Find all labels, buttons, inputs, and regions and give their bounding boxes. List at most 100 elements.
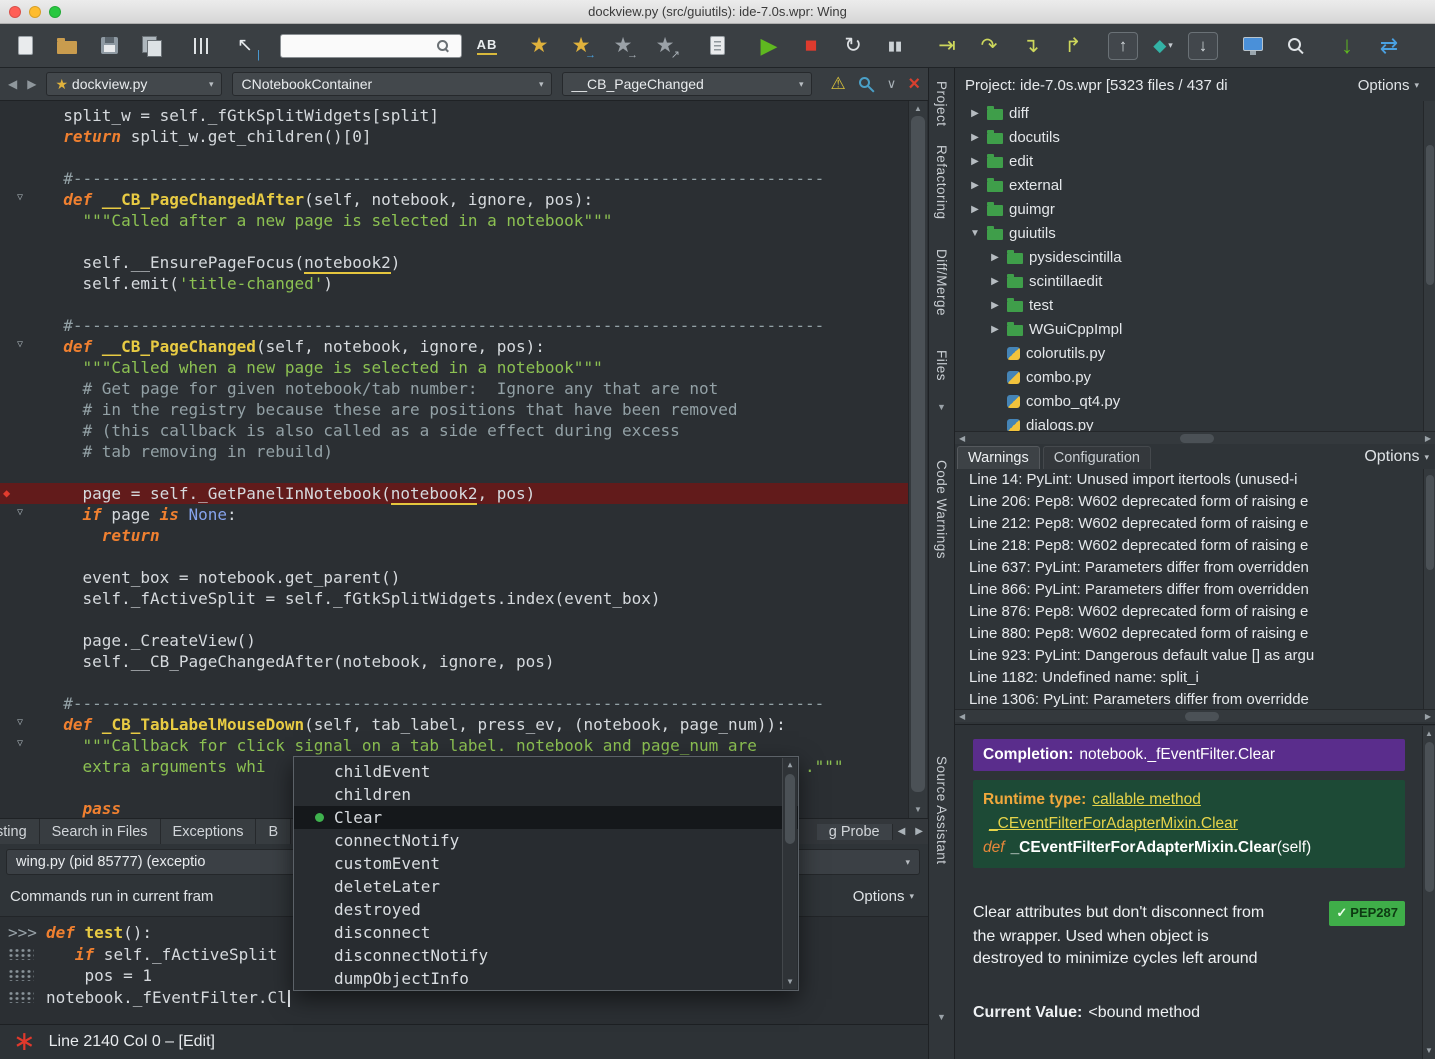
expand-arrow-icon[interactable]: ▶ <box>969 180 981 191</box>
tab-configuration[interactable]: Configuration <box>1043 446 1151 469</box>
scroll-up-icon[interactable]: ▲ <box>909 105 927 113</box>
code-line[interactable]: page._CreateView() <box>0 630 908 651</box>
code-line[interactable]: # in the registry because these are posi… <box>0 399 908 420</box>
warning-row[interactable]: Line 218: Pep8: W602 deprecated form of … <box>955 535 1423 557</box>
runtime-type-link[interactable]: callable method <box>1092 791 1201 808</box>
goto-definition-icon[interactable]: ↓ <box>1330 29 1364 63</box>
code-line[interactable]: """Called after a new page is selected i… <box>0 210 908 231</box>
completion-item[interactable]: connectNotify <box>294 829 798 852</box>
warning-row[interactable]: Line 923: PyLint: Dangerous default valu… <box>955 645 1423 667</box>
project-options-button[interactable]: Options ▾ <box>1358 77 1419 94</box>
run-icon[interactable]: ▶ <box>752 29 786 63</box>
strip-scroll-down-icon[interactable]: ▼ <box>929 1012 954 1022</box>
code-line[interactable] <box>0 231 908 252</box>
completion-item[interactable]: disconnectNotify <box>294 944 798 967</box>
code-line[interactable]: self.__CB_PageChangedAfter(notebook, ign… <box>0 651 908 672</box>
file-menu-dropdown[interactable]: ★ dockview.py ▾ <box>46 72 222 96</box>
scrollbar-thumb[interactable] <box>1426 475 1434 570</box>
completion-item[interactable]: childEvent <box>294 760 798 783</box>
probe-options-button[interactable]: Options ▾ <box>853 888 914 905</box>
scroll-right-icon[interactable]: ▶ <box>1425 435 1431 443</box>
warnings-horizontal-scrollbar[interactable]: ◀ ▶ <box>955 709 1435 722</box>
sync-files-icon[interactable]: ⇄ <box>1372 29 1406 63</box>
fold-toggle-icon[interactable]: ▽ <box>17 340 23 350</box>
scrollbar-thumb[interactable] <box>911 116 925 792</box>
warning-row[interactable]: Line 880: Pep8: W602 deprecated form of … <box>955 623 1423 645</box>
breakpoint-menu-icon[interactable]: ◆▾ <box>1146 29 1180 63</box>
code-line[interactable]: #---------------------------------------… <box>0 168 908 189</box>
scroll-down-icon[interactable]: ▼ <box>1423 1047 1435 1055</box>
down-stack-icon[interactable]: ↓ <box>1188 32 1218 60</box>
warning-row[interactable]: Line 212: Pep8: W602 deprecated form of … <box>955 513 1423 535</box>
step-out-icon[interactable]: ↱ <box>1056 29 1090 63</box>
code-line[interactable] <box>0 672 908 693</box>
scroll-right-icon[interactable]: ▶ <box>1425 713 1431 721</box>
code-line[interactable]: #---------------------------------------… <box>0 693 908 714</box>
warning-row[interactable]: Line 637: PyLint: Parameters differ from… <box>955 557 1423 579</box>
tool-tab-files[interactable]: Files <box>929 340 954 392</box>
project-horizontal-scrollbar[interactable]: ◀ ▶ <box>955 431 1435 444</box>
completion-item[interactable]: customEvent <box>294 852 798 875</box>
indentation-icon[interactable] <box>186 29 220 63</box>
new-file-icon[interactable] <box>8 29 42 63</box>
history-back-icon[interactable]: ◀ <box>8 77 17 91</box>
warning-row[interactable]: Line 876: Pep8: W602 deprecated form of … <box>955 601 1423 623</box>
bookmark-icon[interactable]: ★ <box>522 29 556 63</box>
scroll-down-icon[interactable]: ▼ <box>909 806 927 814</box>
tree-item-test[interactable]: ▶test <box>955 293 1423 317</box>
code-line[interactable] <box>0 147 908 168</box>
fold-toggle-icon[interactable]: ▽ <box>17 718 23 728</box>
expand-arrow-icon[interactable]: ▶ <box>969 204 981 215</box>
warnings-options-button[interactable]: Options ▾ <box>1364 448 1429 469</box>
step-over-icon[interactable]: ↷ <box>972 29 1006 63</box>
save-icon[interactable] <box>92 29 126 63</box>
completion-item[interactable]: children <box>294 783 798 806</box>
tree-item-guimgr[interactable]: ▶guimgr <box>955 197 1423 221</box>
code-line[interactable]: event_box = notebook.get_parent() <box>0 567 908 588</box>
tree-item-combo-qt4-py[interactable]: combo_qt4.py <box>955 389 1423 413</box>
warning-row[interactable]: Line 866: PyLint: Parameters differ from… <box>955 579 1423 601</box>
expand-arrow-icon[interactable]: ▶ <box>969 108 981 119</box>
expand-arrow-icon[interactable]: ▶ <box>969 156 981 167</box>
tree-item-guiutils[interactable]: ▼guiutils <box>955 221 1423 245</box>
tree-item-WGuiCppImpl[interactable]: ▶WGuiCppImpl <box>955 317 1423 341</box>
open-file-icon[interactable] <box>50 29 84 63</box>
method-menu-dropdown[interactable]: __CB_PageChanged ▾ <box>562 72 812 96</box>
code-line[interactable]: #---------------------------------------… <box>0 315 908 336</box>
code-line[interactable] <box>0 294 908 315</box>
bookmark-next-icon[interactable]: ★→ <box>564 29 598 63</box>
code-line[interactable]: ▽ def _CB_TabLabelMouseDown(self, tab_la… <box>0 714 908 735</box>
tab-bookmarks[interactable]: B <box>256 819 291 844</box>
warning-row[interactable]: Line 14: PyLint: Unused import itertools… <box>955 469 1423 491</box>
scrollbar-thumb[interactable] <box>1426 145 1434 285</box>
restart-icon[interactable]: ↻ <box>836 29 870 63</box>
scrollbar-thumb[interactable] <box>1425 742 1434 892</box>
popup-scrollbar[interactable]: ▲ ▼ <box>782 758 797 989</box>
tool-tab-diff-merge[interactable]: Diff/Merge <box>929 230 954 336</box>
current-debug-line[interactable]: ◆ page = self._GetPanelInNotebook(notebo… <box>0 483 908 504</box>
tab-testing[interactable]: sting <box>0 819 40 844</box>
assistant-vertical-scrollbar[interactable]: ▲ ▼ <box>1422 726 1435 1059</box>
scroll-left-icon[interactable]: ◀ <box>959 435 965 443</box>
expand-arrow-icon[interactable]: ▶ <box>969 132 981 143</box>
tree-item-colorutils-py[interactable]: colorutils.py <box>955 341 1423 365</box>
scrollbar-thumb[interactable] <box>1180 434 1214 443</box>
code-line[interactable]: ▽ if page is None: <box>0 504 908 525</box>
breakpoint-marker-icon[interactable]: ◆ <box>3 487 10 499</box>
run-to-cursor-icon[interactable]: ⇥ <box>930 29 964 63</box>
code-line[interactable]: # tab removing in rebuild) <box>0 441 908 462</box>
step-into-icon[interactable]: ↴ <box>1014 29 1048 63</box>
code-line[interactable] <box>0 546 908 567</box>
code-line[interactable]: ▽ def __CB_PageChanged(self, notebook, i… <box>0 336 908 357</box>
runtime-class-link[interactable]: _CEventFilterForAdapterMixin.Clear <box>989 815 1238 832</box>
new-snippet-icon[interactable] <box>700 29 734 63</box>
tabs-scroll-left-icon[interactable]: ◀ <box>893 826 911 837</box>
scroll-left-icon[interactable]: ◀ <box>959 713 965 721</box>
tab-exceptions[interactable]: Exceptions <box>161 819 257 844</box>
close-icon[interactable]: × <box>908 73 920 96</box>
code-line[interactable] <box>0 609 908 630</box>
debug-console-icon[interactable] <box>1236 29 1270 63</box>
error-star-icon[interactable]: ∗ <box>13 1031 36 1053</box>
tree-item-scintillaedit[interactable]: ▶scintillaedit <box>955 269 1423 293</box>
tree-item-external[interactable]: ▶external <box>955 173 1423 197</box>
